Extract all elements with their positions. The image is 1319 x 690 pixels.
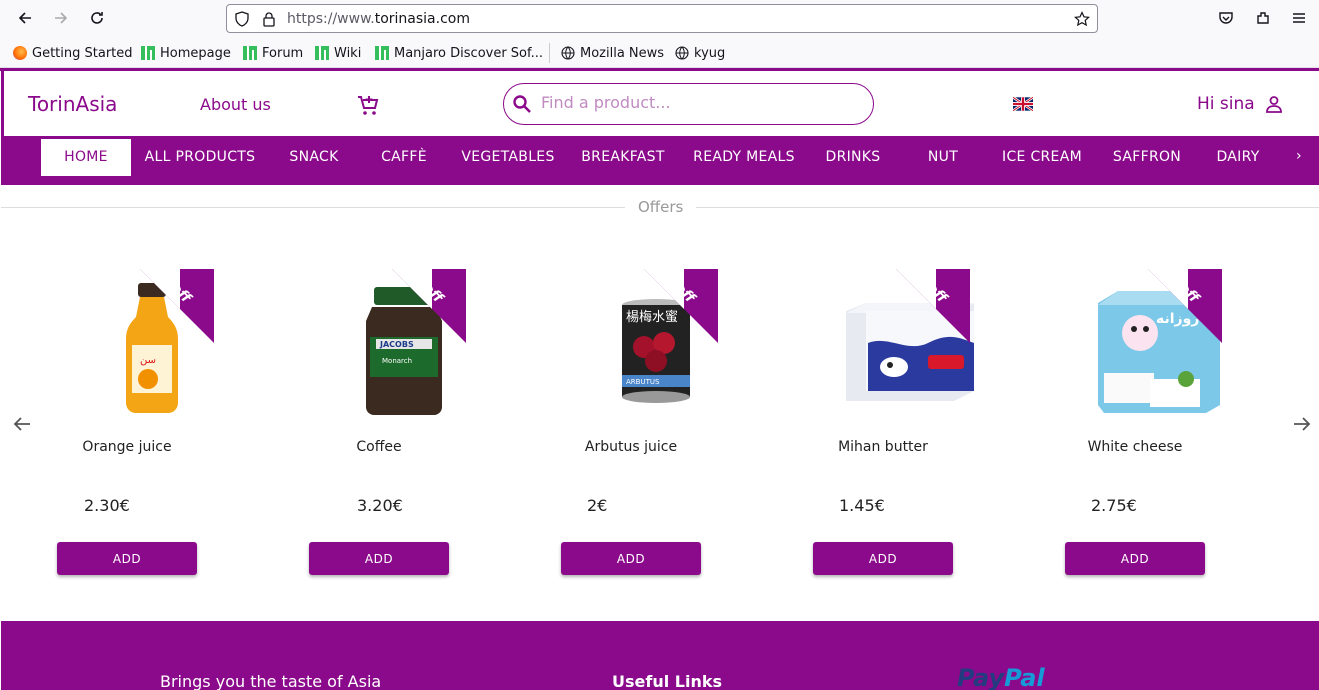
category-caffe[interactable]: CAFFÈ: [369, 136, 439, 178]
offers-title: Offers: [638, 198, 684, 216]
bookmark-label: kyug: [694, 45, 726, 61]
svg-text:ARBUTUS: ARBUTUS: [626, 378, 660, 386]
product-card: off Mihan butter 1.45€ ADD: [813, 269, 1013, 589]
bookmark-label: Homepage: [160, 45, 231, 61]
bookmark-forum[interactable]: Forum: [243, 45, 303, 61]
product-name[interactable]: Orange juice: [27, 439, 227, 455]
product-card: روزانه off White cheese 2.75€ ADD: [1065, 269, 1265, 589]
product-card: 楊梅水蜜 ARBUTUS off Arbutus juice 2€ ADD: [561, 269, 761, 589]
pocket-icon[interactable]: [1216, 8, 1236, 28]
product-name[interactable]: Coffee: [279, 439, 479, 455]
shield-icon[interactable]: [234, 11, 250, 27]
product-name[interactable]: Mihan butter: [783, 439, 983, 455]
bookmark-label: Mozilla News: [580, 45, 665, 61]
category-drinks[interactable]: DRINKS: [817, 136, 889, 178]
offer-ribbon: off: [896, 269, 970, 343]
add-to-cart-button[interactable]: ADD: [57, 542, 197, 575]
search-box[interactable]: [503, 83, 874, 125]
category-ready-meals[interactable]: READY MEALS: [689, 136, 799, 178]
site-logo[interactable]: TorinAsia: [28, 92, 117, 116]
svg-text:Monarch: Monarch: [382, 357, 412, 365]
manjaro-icon: [141, 46, 155, 60]
manjaro-icon: [315, 46, 329, 60]
category-nav: HOME ALL PRODUCTS SNACK CAFFÈ VEGETABLES…: [1, 136, 1319, 185]
category-saffron[interactable]: SAFFRON: [1105, 136, 1189, 178]
bookmark-label: Getting Started: [32, 45, 133, 61]
product-price: 3.20€: [357, 496, 403, 515]
product-card: JACOBS Monarch off Coffee 3.20€ ADD: [309, 269, 509, 589]
reload-icon[interactable]: [87, 8, 107, 28]
back-icon[interactable]: [15, 8, 35, 28]
product-price: 2.75€: [1091, 496, 1137, 515]
product-price: 1.45€: [839, 496, 885, 515]
url-text: https://www.torinasia.com: [287, 11, 470, 27]
bookmark-mozilla-news[interactable]: Mozilla News: [561, 45, 664, 61]
bookmark-label: Forum: [262, 45, 304, 61]
search-input[interactable]: [541, 93, 841, 112]
offer-ribbon: off: [140, 269, 214, 343]
extensions-icon[interactable]: [1253, 8, 1273, 28]
firefox-icon: [13, 46, 27, 60]
category-nut[interactable]: NUT: [911, 136, 975, 178]
footer-tagline: Brings you the taste of Asia: [160, 672, 382, 690]
product-price: 2€: [587, 496, 608, 515]
address-bar[interactable]: https://www.torinasia.com: [226, 4, 1098, 33]
browser-toolbar: https://www.torinasia.com: [0, 0, 1319, 37]
bookmark-label: Manjaro Discover Sof...: [394, 45, 544, 61]
product-card: سن off Orange juice 2.30€ ADD: [57, 269, 257, 589]
product-name[interactable]: Arbutus juice: [531, 439, 731, 455]
bookmark-homepage[interactable]: Homepage: [141, 45, 231, 61]
uk-flag-icon[interactable]: [1012, 95, 1034, 113]
category-home[interactable]: HOME: [41, 139, 131, 178]
offer-ribbon: off: [392, 269, 466, 343]
greeting-text: Hi sina: [1197, 94, 1255, 114]
add-to-cart-button[interactable]: ADD: [561, 542, 701, 575]
carousel-prev-arrow-icon[interactable]: [12, 414, 32, 440]
bookmarks-bar: Getting Started Homepage Forum Wiki Manj…: [0, 37, 1319, 68]
user-account[interactable]: Hi sina: [1197, 94, 1283, 114]
bookmark-wiki[interactable]: Wiki: [315, 45, 361, 61]
offers-divider-left: [1, 207, 625, 208]
category-next-chevron-icon[interactable]: ›: [1296, 148, 1302, 164]
add-to-cart-button[interactable]: ADD: [813, 542, 953, 575]
category-all-products[interactable]: ALL PRODUCTS: [141, 136, 259, 178]
bookmark-separator: [549, 43, 550, 63]
add-to-cart-button[interactable]: ADD: [1065, 542, 1205, 575]
category-ice-cream[interactable]: ICE CREAM: [997, 136, 1087, 178]
search-icon[interactable]: [512, 94, 532, 114]
bookmark-label: Wiki: [334, 45, 362, 61]
globe-icon: [675, 46, 689, 60]
offer-ribbon: off: [644, 269, 718, 343]
user-icon: [1265, 96, 1282, 113]
globe-icon: [561, 46, 575, 60]
forward-icon[interactable]: [51, 8, 71, 28]
offer-ribbon: off: [1148, 269, 1222, 343]
cart-icon[interactable]: [356, 94, 380, 122]
category-snack[interactable]: SNACK: [277, 136, 351, 178]
category-dairy[interactable]: DAIRY: [1207, 136, 1269, 178]
add-to-cart-button[interactable]: ADD: [309, 542, 449, 575]
about-us-link[interactable]: About us: [200, 95, 271, 114]
bookmark-getting-started[interactable]: Getting Started: [13, 45, 133, 61]
manjaro-icon: [375, 46, 389, 60]
menu-icon[interactable]: [1289, 8, 1309, 28]
carousel-next-arrow-icon[interactable]: [1292, 414, 1312, 440]
product-name[interactable]: White cheese: [1035, 439, 1235, 455]
category-vegetables[interactable]: VEGETABLES: [459, 136, 557, 178]
star-icon[interactable]: [1074, 11, 1090, 27]
paypal-logo: PayPal: [957, 664, 1045, 690]
bookmark-manjaro-discover[interactable]: Manjaro Discover Sof...: [375, 45, 543, 61]
svg-text:سن: سن: [140, 355, 156, 366]
category-breakfast[interactable]: BREAKFAST: [577, 136, 669, 178]
manjaro-icon: [243, 46, 257, 60]
product-price: 2.30€: [84, 496, 130, 515]
lock-icon[interactable]: [262, 11, 276, 27]
bookmark-kyug[interactable]: kyug: [675, 45, 725, 61]
offers-divider-right: [696, 207, 1319, 208]
footer-links-title: Useful Links: [612, 672, 723, 690]
